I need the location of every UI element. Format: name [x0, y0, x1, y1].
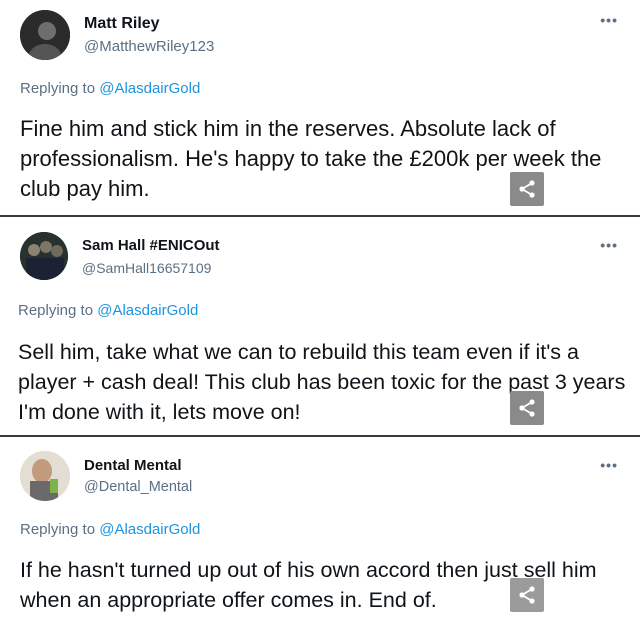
reply-prefix: Replying to — [20, 80, 96, 97]
share-button[interactable] — [510, 578, 544, 612]
tweet-card: Matt Riley @MatthewRiley123 ••• Replying… — [0, 0, 640, 216]
display-name[interactable]: Dental Mental — [84, 457, 182, 474]
reply-context: Replying to @AlasdairGold — [18, 302, 198, 319]
display-name[interactable]: Sam Hall #ENICOut — [82, 237, 220, 254]
share-icon — [519, 586, 535, 604]
user-handle[interactable]: @MatthewRiley123 — [84, 38, 214, 55]
more-icon[interactable]: ••• — [600, 237, 618, 253]
avatar[interactable] — [20, 232, 68, 280]
more-icon[interactable]: ••• — [600, 457, 618, 473]
separator — [0, 215, 640, 217]
user-handle[interactable]: @SamHall16657109 — [82, 260, 211, 276]
reply-context: Replying to @AlasdairGold — [20, 521, 200, 538]
tweet-card: Dental Mental @Dental_Mental ••• Replyin… — [0, 441, 640, 623]
reply-mention-link[interactable]: @AlasdairGold — [99, 521, 200, 538]
reply-prefix: Replying to — [18, 302, 94, 319]
share-button[interactable] — [510, 391, 544, 425]
avatar[interactable] — [20, 451, 70, 501]
share-icon — [519, 180, 535, 198]
share-button[interactable] — [510, 172, 544, 206]
more-icon[interactable]: ••• — [600, 12, 618, 28]
user-handle[interactable]: @Dental_Mental — [84, 479, 192, 495]
reply-context: Replying to @AlasdairGold — [20, 80, 200, 97]
share-icon — [519, 399, 535, 417]
separator — [0, 435, 640, 437]
reply-prefix: Replying to — [20, 521, 96, 538]
avatar[interactable] — [20, 10, 70, 60]
reply-mention-link[interactable]: @AlasdairGold — [99, 80, 200, 97]
tweet-card: Sam Hall #ENICOut @SamHall16657109 ••• R… — [0, 221, 640, 435]
display-name[interactable]: Matt Riley — [84, 15, 160, 33]
reply-mention-link[interactable]: @AlasdairGold — [97, 302, 198, 319]
